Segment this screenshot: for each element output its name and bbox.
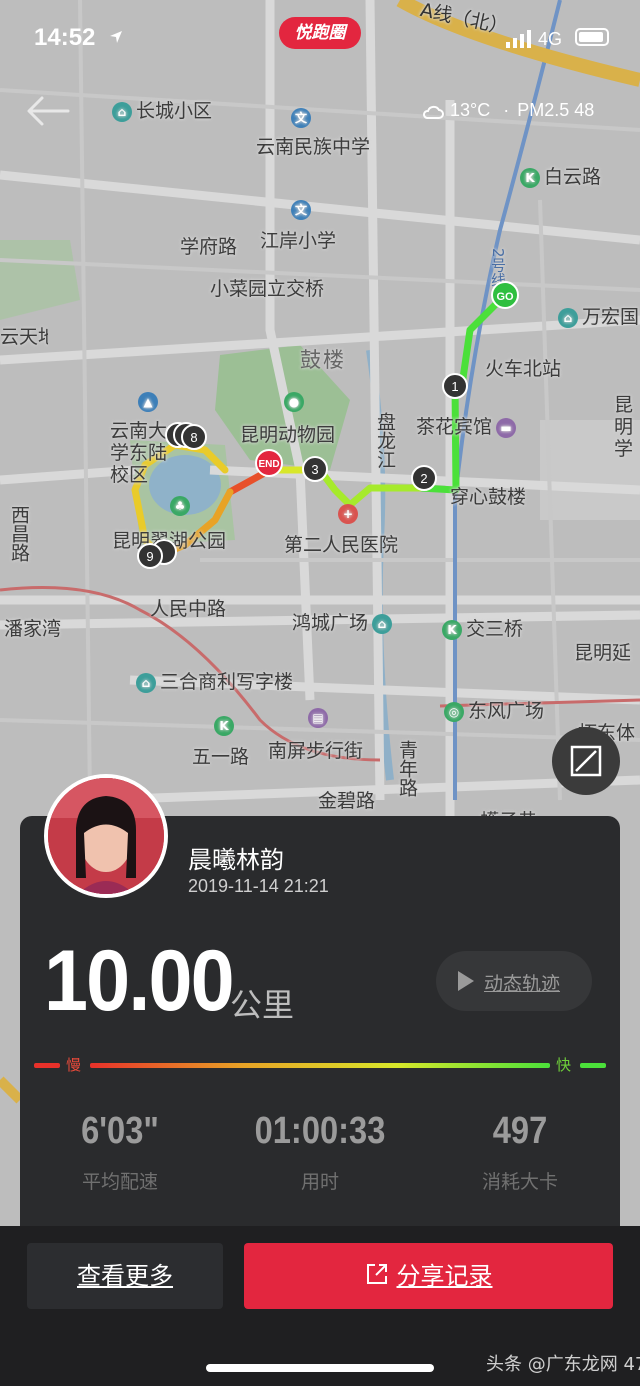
map-label: 火车北站 <box>485 358 562 380</box>
replay-track-button[interactable]: 动态轨迹 <box>436 951 592 1011</box>
transit-icon: K <box>520 167 540 188</box>
watermark: 头条 @广东龙网 47 <box>486 1354 640 1375</box>
status-time: 14:52 <box>34 24 96 51</box>
view-more-button[interactable]: 查看更多 <box>27 1243 223 1309</box>
air-quality: PM2.5 48 <box>517 100 595 120</box>
expand-icon <box>570 745 602 777</box>
stat-avg-pace: 6'03" 平均配速 <box>20 1110 220 1194</box>
map-label: 青年路 <box>396 740 418 797</box>
replay-label: 动态轨迹 <box>484 973 561 995</box>
location-arrow-icon <box>110 31 122 43</box>
university-icon: ▲ <box>138 392 158 412</box>
map-label: ▤ 南屏步行街 <box>268 708 363 763</box>
map-label: 小菜园立交桥 <box>210 278 325 300</box>
run-datetime: 2019-11-14 21:21 <box>188 876 329 896</box>
map-label: 鼓楼 <box>300 348 346 372</box>
stat-value: 6'03" <box>81 1110 159 1152</box>
pace-gradient <box>90 1063 550 1068</box>
pace-fast-segment <box>580 1063 606 1068</box>
hospital-icon: + <box>338 504 358 524</box>
building-icon: ⌂ <box>136 672 156 693</box>
pace-slow-segment <box>34 1063 60 1068</box>
pace-fast-label: 快 <box>556 1056 572 1074</box>
map-label: ▲ 云南大学东陆校区 <box>110 392 180 486</box>
map-label: 盘龙江 <box>374 412 396 469</box>
building-icon: ⌂ <box>112 101 132 122</box>
fullscreen-button[interactable] <box>552 727 620 795</box>
map-label: ◎ 东风广场 <box>444 696 544 723</box>
map-label: 穿心鼓楼 <box>450 486 527 508</box>
battery-icon <box>575 28 609 46</box>
map-label: 学府路 <box>180 236 238 258</box>
pace-slow-label: 慢 <box>66 1056 82 1074</box>
app-brand-logo: 悦跑圈 <box>279 17 361 49</box>
signal-icon <box>506 30 531 48</box>
avatar[interactable] <box>44 774 168 898</box>
map-label: K 五一路 <box>192 716 249 769</box>
temperature: 13°C <box>450 100 491 120</box>
map-label: + 第二人民医院 <box>284 504 398 557</box>
back-arrow-icon[interactable] <box>24 94 70 128</box>
stat-value: 497 <box>492 1110 548 1152</box>
map-label: 昆明学 <box>614 394 634 460</box>
map-label: 云天地 <box>0 326 48 348</box>
weather-info: 13°C · PM2.5 48 <box>422 100 594 121</box>
map-label: 文江岸小学 <box>260 200 336 253</box>
building-icon: ⌂ <box>558 307 578 328</box>
map-label: 文云南民族中学 <box>256 108 370 159</box>
map-label: 金碧路 <box>318 790 376 812</box>
cloud-icon <box>423 106 444 120</box>
share-record-button[interactable]: 分享记录 <box>244 1243 613 1309</box>
stat-value: 01:00:33 <box>254 1110 386 1152</box>
network-type: 4G <box>538 29 563 49</box>
building-icon: ⌂ <box>372 613 393 634</box>
distance-value: 10.00 <box>44 933 235 1029</box>
run-stats: 6'03" 平均配速 01:00:33 用时 497 消耗大卡 <box>20 1110 620 1220</box>
map-label: K 交三桥 <box>442 614 523 641</box>
separator: · <box>503 100 510 120</box>
stat-label: 消耗大卡 <box>481 1171 558 1193</box>
map-label: ⌂ 万宏国 <box>558 302 639 329</box>
map-label: 昆明延 <box>574 642 632 664</box>
map-label: 人民中路 <box>150 598 227 620</box>
stat-label: 平均配速 <box>81 1171 158 1193</box>
stat-calories: 497 消耗大卡 <box>420 1110 620 1194</box>
stat-label: 用时 <box>300 1171 339 1193</box>
map-label: 2号线 <box>489 248 507 288</box>
map-label: 西昌路 <box>8 505 30 562</box>
transit-icon: K <box>442 619 462 640</box>
school-icon: 文 <box>291 200 311 220</box>
shopping-icon: ▤ <box>308 708 328 728</box>
share-icon <box>366 1264 387 1284</box>
transit-icon: ◎ <box>444 701 464 722</box>
map-label: ♣ 昆明翠湖公园 <box>112 496 226 553</box>
pace-legend: 慢 快 <box>34 1056 606 1074</box>
map-label: K 白云路 <box>520 162 601 189</box>
distance-unit: 公里 <box>230 986 295 1024</box>
avatar-image <box>48 778 164 894</box>
map-label: ● 昆明动物园 <box>240 392 335 447</box>
panda-icon: ● <box>284 392 304 412</box>
stat-duration: 01:00:33 用时 <box>220 1110 420 1194</box>
map-label: 鸿城广场 ⌂ <box>292 608 396 635</box>
map-label: 茶花宾馆 ▬ <box>416 412 520 439</box>
school-icon: 文 <box>291 108 311 128</box>
play-icon <box>458 971 474 991</box>
map-label: ⌂ 长城小区 <box>112 96 212 123</box>
park-icon: ♣ <box>170 496 190 516</box>
map-label: 潘家湾 <box>4 618 62 640</box>
hotel-icon: ▬ <box>496 417 517 438</box>
username: 晨曦林韵 <box>188 846 284 874</box>
transit-icon: K <box>214 716 234 736</box>
map-label: ⌂ 三合商利写字楼 <box>136 667 293 694</box>
share-label: 分享记录 <box>396 1262 493 1290</box>
home-indicator[interactable] <box>206 1364 434 1372</box>
